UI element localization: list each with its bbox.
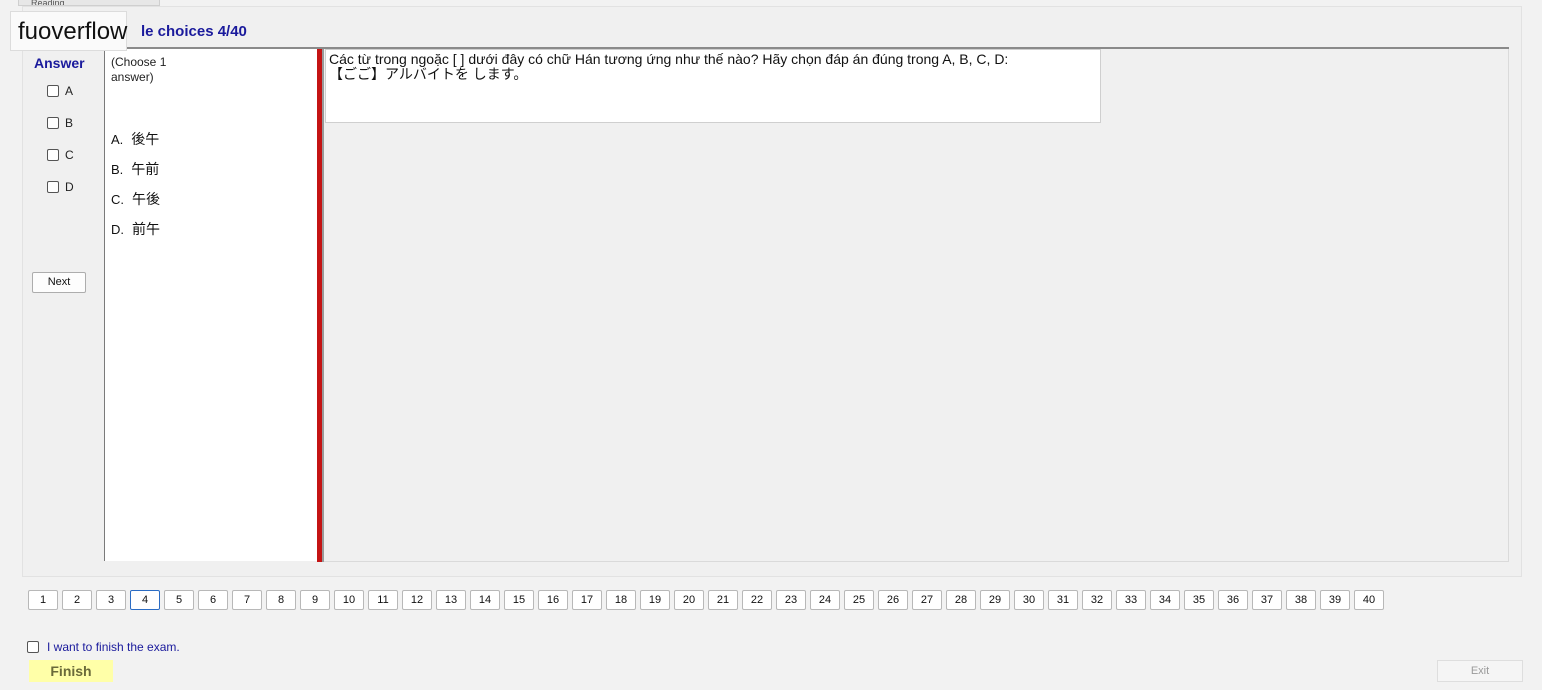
splitter-edge [322,49,324,562]
page-button-39[interactable]: 39 [1320,590,1350,610]
question-pager: 1 2 3 4 5 6 7 8 9 10 11 12 13 14 15 16 17 18 19 20 21 22 23 24 2… [28,590,1388,610]
content-border-bottom [324,561,1509,562]
page-button-11[interactable]: 11 [368,590,398,610]
page-button-4[interactable]: 4 [130,590,160,610]
page-button-10[interactable]: 10 [334,590,364,610]
checkbox-c[interactable] [47,149,59,161]
page-button-3[interactable]: 3 [96,590,126,610]
content-border-right [1508,49,1509,562]
checkbox-d[interactable] [47,181,59,193]
page-button-1[interactable]: 1 [28,590,58,610]
page-button-31[interactable]: 31 [1048,590,1078,610]
choose-note: (Choose 1 answer) [111,55,167,84]
page-button-5[interactable]: 5 [164,590,194,610]
answer-option-b[interactable]: B [47,116,73,130]
question-text-box: Các từ trong ngoặc [ ] dưới đây có chữ H… [325,49,1101,123]
page-button-26[interactable]: 26 [878,590,908,610]
answer-label: Answer [34,55,85,71]
page-button-16[interactable]: 16 [538,590,568,610]
page-button-25[interactable]: 25 [844,590,874,610]
page-button-18[interactable]: 18 [606,590,636,610]
next-button[interactable]: Next [32,272,86,293]
page-button-12[interactable]: 12 [402,590,432,610]
answer-option-a[interactable]: A [47,84,73,98]
answer-option-d[interactable]: D [47,180,74,194]
page-button-30[interactable]: 30 [1014,590,1044,610]
choice-b: B. 午前 [111,161,160,177]
checkbox-a[interactable] [47,85,59,97]
page-button-19[interactable]: 19 [640,590,670,610]
page-button-40[interactable]: 40 [1354,590,1384,610]
answer-option-c[interactable]: C [47,148,74,162]
section-title: le choices 4/40 [141,23,247,40]
finish-checkbox[interactable] [27,641,39,653]
choice-a: A. 後午 [111,131,160,147]
choice-d: D. 前午 [111,221,160,237]
page-button-14[interactable]: 14 [470,590,500,610]
page-button-27[interactable]: 27 [912,590,942,610]
page-button-37[interactable]: 37 [1252,590,1282,610]
page-button-9[interactable]: 9 [300,590,330,610]
choice-c: C. 午後 [111,191,160,207]
finish-button[interactable]: Finish [29,660,113,682]
page-button-34[interactable]: 34 [1150,590,1180,610]
watermark: fuoverflow [10,11,127,51]
page-button-22[interactable]: 22 [742,590,772,610]
page-button-32[interactable]: 32 [1082,590,1112,610]
page-button-36[interactable]: 36 [1218,590,1248,610]
page-button-17[interactable]: 17 [572,590,602,610]
page-button-24[interactable]: 24 [810,590,840,610]
page-button-28[interactable]: 28 [946,590,976,610]
page-button-13[interactable]: 13 [436,590,466,610]
page-button-7[interactable]: 7 [232,590,262,610]
page-button-20[interactable]: 20 [674,590,704,610]
page-button-29[interactable]: 29 [980,590,1010,610]
finish-exam-check[interactable]: I want to finish the exam. [27,640,180,654]
page-button-15[interactable]: 15 [504,590,534,610]
exit-button[interactable]: Exit [1437,660,1523,682]
page-button-23[interactable]: 23 [776,590,806,610]
page-button-6[interactable]: 6 [198,590,228,610]
choices-panel [105,49,317,561]
page-button-21[interactable]: 21 [708,590,738,610]
page-button-33[interactable]: 33 [1116,590,1146,610]
checkbox-b[interactable] [47,117,59,129]
finish-check-label: I want to finish the exam. [47,640,180,654]
page-button-35[interactable]: 35 [1184,590,1214,610]
page-button-8[interactable]: 8 [266,590,296,610]
page-button-38[interactable]: 38 [1286,590,1316,610]
question-line-2: 【ごご】アルバイトを します。 [329,66,528,82]
question-line-1: Các từ trong ngoặc [ ] dưới đây có chữ H… [329,51,1009,67]
page-button-2[interactable]: 2 [62,590,92,610]
